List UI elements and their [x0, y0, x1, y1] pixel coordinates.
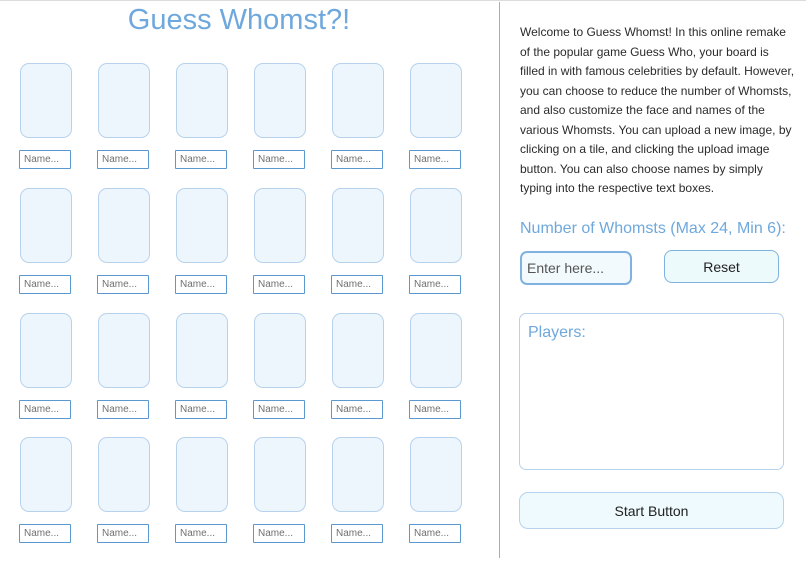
- whomst-tile[interactable]: [20, 313, 72, 388]
- whomst-name-input[interactable]: [409, 150, 461, 169]
- players-label: Players:: [528, 324, 586, 341]
- whomst-name-input[interactable]: [19, 150, 71, 169]
- panel-divider: [499, 2, 500, 558]
- start-button[interactable]: Start Button: [519, 492, 784, 529]
- whomst-tile[interactable]: [332, 63, 384, 138]
- whomst-name-input[interactable]: [253, 150, 305, 169]
- whomst-tile[interactable]: [410, 313, 462, 388]
- whomst-name-input[interactable]: [409, 275, 461, 294]
- intro-text: Welcome to Guess Whomst! In this online …: [520, 25, 795, 195]
- whomst-name-input[interactable]: [331, 524, 383, 543]
- whomst-name-input[interactable]: [331, 400, 383, 419]
- whomst-tile[interactable]: [176, 437, 228, 512]
- whomst-count-input[interactable]: [520, 251, 632, 285]
- whomst-tile[interactable]: [98, 313, 150, 388]
- whomst-name-input[interactable]: [19, 400, 71, 419]
- whomst-name-input[interactable]: [331, 150, 383, 169]
- whomst-name-input[interactable]: [409, 524, 461, 543]
- whomst-tile[interactable]: [176, 63, 228, 138]
- whomst-count-label: Number of Whomsts (Max 24, Min 6):: [520, 220, 786, 237]
- reset-button[interactable]: Reset: [664, 250, 779, 283]
- whomst-tile[interactable]: [254, 63, 306, 138]
- whomst-name-input[interactable]: [97, 524, 149, 543]
- whomst-tile[interactable]: [176, 188, 228, 263]
- whomst-tile[interactable]: [176, 313, 228, 388]
- whomst-tile[interactable]: [20, 63, 72, 138]
- game-board: Guess Whomst?!: [0, 0, 499, 570]
- whomst-name-input[interactable]: [19, 524, 71, 543]
- whomst-tile[interactable]: [20, 188, 72, 263]
- page-title: Guess Whomst?!: [127, 4, 351, 36]
- whomst-name-input[interactable]: [19, 275, 71, 294]
- whomst-tile[interactable]: [332, 188, 384, 263]
- whomst-name-input[interactable]: [331, 275, 383, 294]
- whomst-tile[interactable]: [254, 188, 306, 263]
- whomst-tile[interactable]: [332, 437, 384, 512]
- whomst-name-input[interactable]: [175, 150, 227, 169]
- whomst-tile[interactable]: [20, 437, 72, 512]
- whomst-tile[interactable]: [98, 437, 150, 512]
- whomst-tile[interactable]: [332, 313, 384, 388]
- whomst-name-input[interactable]: [175, 400, 227, 419]
- whomst-tile[interactable]: [410, 188, 462, 263]
- whomst-tile[interactable]: [254, 313, 306, 388]
- whomst-tile[interactable]: [98, 63, 150, 138]
- whomst-name-input[interactable]: [175, 275, 227, 294]
- whomst-name-input[interactable]: [253, 275, 305, 294]
- whomst-name-input[interactable]: [175, 524, 227, 543]
- whomst-name-input[interactable]: [253, 400, 305, 419]
- whomst-tile[interactable]: [410, 437, 462, 512]
- whomst-tile[interactable]: [254, 437, 306, 512]
- whomst-name-input[interactable]: [97, 400, 149, 419]
- whomst-name-input[interactable]: [409, 400, 461, 419]
- whomst-name-input[interactable]: [253, 524, 305, 543]
- whomst-name-input[interactable]: [97, 275, 149, 294]
- whomst-tile[interactable]: [410, 63, 462, 138]
- whomst-name-input[interactable]: [97, 150, 149, 169]
- whomst-tile[interactable]: [98, 188, 150, 263]
- players-box: Players:: [519, 313, 784, 470]
